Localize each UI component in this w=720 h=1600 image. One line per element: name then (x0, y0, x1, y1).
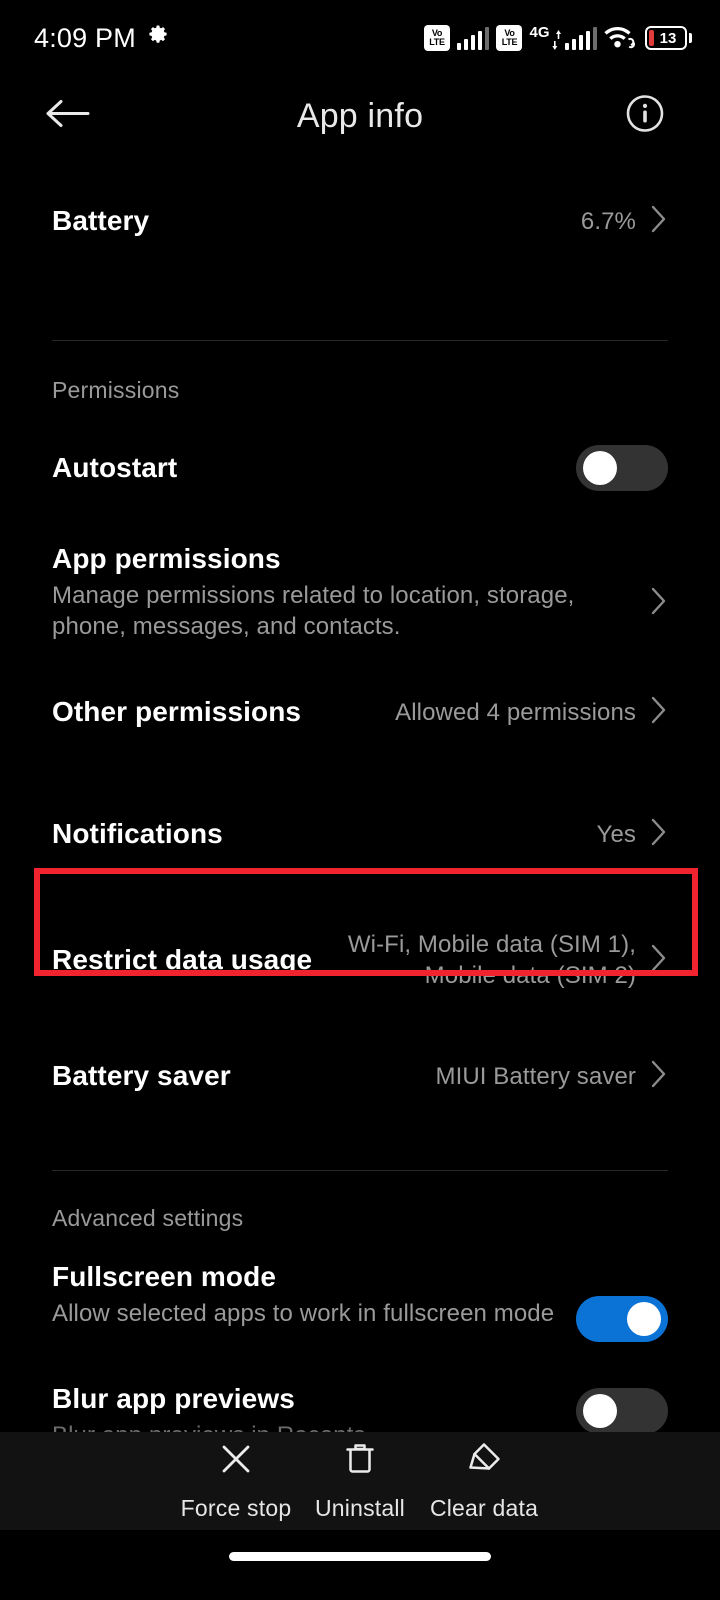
status-bar-right: Vo LTE Vo LTE 4G 13 (423, 23, 692, 54)
chevron-right-icon (650, 204, 668, 239)
row-other-permissions-value: Allowed 4 permissions (395, 698, 636, 726)
section-label-advanced: Advanced settings (52, 1205, 244, 1231)
chevron-right-icon (650, 1059, 668, 1094)
row-app-permissions[interactable]: App permissions Manage permissions relat… (0, 534, 720, 642)
chevron-right-icon (650, 695, 668, 730)
fullscreen-mode-toggle[interactable] (576, 1296, 668, 1342)
info-icon[interactable] (625, 94, 665, 139)
close-x-icon (217, 1440, 255, 1483)
uninstall-button[interactable]: Uninstall (298, 1440, 422, 1522)
row-battery-saver[interactable]: Battery saver MIUI Battery saver (0, 1036, 720, 1116)
row-other-permissions[interactable]: Other permissions Allowed 4 permissions (0, 672, 720, 752)
row-battery-title: Battery (52, 205, 150, 236)
autostart-toggle[interactable] (576, 445, 668, 491)
clear-data-button[interactable]: Clear data (422, 1440, 546, 1522)
bottom-action-bar: Force stop Uninstall Clear data (0, 1432, 720, 1530)
system-navigation-bar (0, 1530, 720, 1600)
row-battery[interactable]: Battery 6.7% (0, 156, 720, 286)
row-restrict-data-usage[interactable]: Restrict data usage Wi-Fi, Mobile data (… (0, 920, 720, 1000)
app-info-screen: 4:09 PM Vo LTE Vo LTE 4G 13 App info Bat… (0, 0, 720, 1600)
chevron-right-icon (650, 817, 668, 852)
row-autostart[interactable]: Autostart (0, 428, 720, 508)
row-fullscreen-mode[interactable]: Fullscreen mode Allow selected apps to w… (0, 1254, 720, 1342)
eraser-icon (465, 1440, 503, 1483)
trash-icon (341, 1440, 379, 1483)
row-battery-saver-value: MIUI Battery saver (435, 1062, 636, 1090)
row-restrict-data-usage-value: Wi-Fi, Mobile data (SIM 1), Mobile data … (347, 931, 636, 989)
row-autostart-title: Autostart (52, 452, 178, 483)
uninstall-label: Uninstall (314, 1495, 405, 1521)
battery-percent-label: 13 (659, 29, 677, 47)
row-fullscreen-mode-title: Fullscreen mode (52, 1261, 277, 1292)
volte-sim1-icon: Vo LTE (423, 25, 450, 51)
row-blur-app-previews-title: Blur app previews (52, 1383, 295, 1414)
signal-bars-sim2-icon (564, 26, 597, 50)
clear-data-label: Clear data (429, 1495, 539, 1521)
page-title: App info (296, 96, 424, 135)
row-app-permissions-subtitle: Manage permissions related to location, … (52, 582, 575, 640)
status-bar: 4:09 PM Vo LTE Vo LTE 4G 13 (0, 0, 720, 76)
status-bar-clock: 4:09 PM (34, 22, 136, 53)
network-type-sim2: 4G (529, 24, 597, 50)
data-arrows-icon (551, 28, 562, 50)
back-button[interactable] (44, 97, 90, 136)
settings-list: Battery 6.7% Permissions Autostart App p… (0, 156, 720, 1458)
app-bar: App info (0, 76, 720, 156)
signal-bars-sim1-icon (456, 26, 490, 50)
row-notifications-title: Notifications (52, 818, 223, 849)
network-type-label: 4G (529, 24, 550, 41)
chevron-right-icon (650, 586, 668, 621)
force-stop-button[interactable]: Force stop (174, 1440, 298, 1522)
gear-icon (146, 24, 170, 53)
row-battery-saver-title: Battery saver (52, 1060, 231, 1091)
wifi-link-icon (604, 23, 638, 54)
chevron-right-icon (650, 943, 668, 978)
section-label-permissions: Permissions (52, 377, 180, 403)
row-notifications-value: Yes (596, 820, 636, 848)
battery-icon: 13 (645, 26, 692, 50)
row-app-permissions-title: App permissions (52, 543, 281, 574)
row-battery-value: 6.7% (580, 207, 636, 235)
row-notifications[interactable]: Notifications Yes (0, 794, 720, 874)
volte-sim2-icon: Vo LTE (496, 25, 523, 51)
blur-app-previews-toggle[interactable] (576, 1388, 668, 1434)
force-stop-label: Force stop (180, 1495, 292, 1521)
home-indicator[interactable] (229, 1551, 491, 1561)
row-fullscreen-mode-subtitle: Allow selected apps to work in fullscree… (52, 1300, 555, 1327)
row-restrict-data-usage-title: Restrict data usage (52, 944, 313, 975)
status-bar-left: 4:09 PM (34, 23, 170, 54)
row-other-permissions-title: Other permissions (52, 696, 302, 727)
